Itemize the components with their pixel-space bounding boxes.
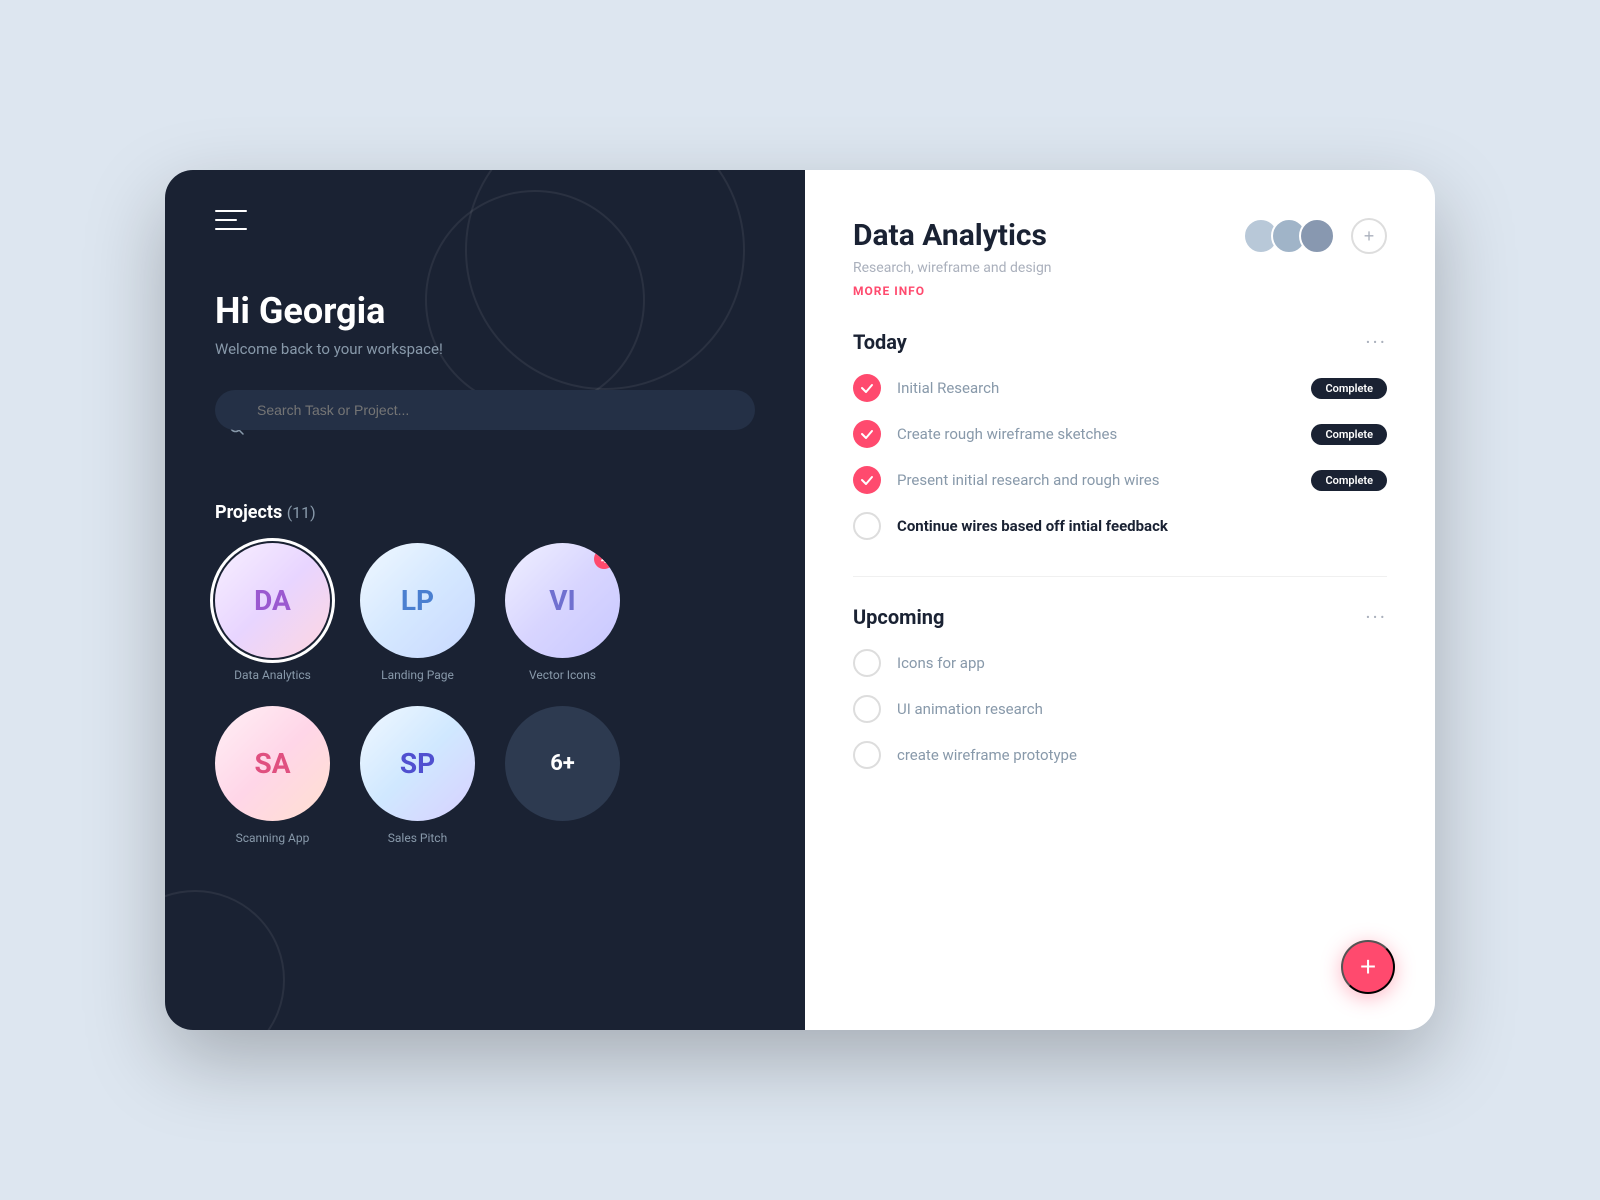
projects-grid: DA Data Analytics LP Landing Page VI4 Vector … bbox=[215, 543, 755, 845]
today-menu-dots[interactable]: ··· bbox=[1365, 330, 1387, 354]
table-row[interactable]: UI animation research bbox=[853, 695, 1387, 723]
task-check-done[interactable] bbox=[853, 420, 881, 448]
task-check-pending[interactable] bbox=[853, 649, 881, 677]
project-circle-vi: VI4 bbox=[505, 543, 620, 658]
projects-count: (11) bbox=[287, 503, 316, 522]
search-wrap bbox=[215, 390, 755, 466]
project-label-vi: Vector Icons bbox=[529, 668, 596, 682]
task-check-pending[interactable] bbox=[853, 512, 881, 540]
section-divider bbox=[853, 576, 1387, 577]
today-section-header: Today ··· bbox=[853, 330, 1387, 354]
project-item-lp[interactable]: LP Landing Page bbox=[360, 543, 475, 682]
projects-header: Projects (11) bbox=[215, 502, 755, 523]
projects-label: Projects (11) bbox=[215, 502, 316, 523]
project-badge-vi: 4 bbox=[594, 549, 614, 569]
project-label-sp: Sales Pitch bbox=[388, 831, 447, 845]
task-status-badge: Complete bbox=[1311, 424, 1387, 445]
task-check-pending[interactable] bbox=[853, 741, 881, 769]
project-circle-lp: LP bbox=[360, 543, 475, 658]
project-circle-sa: SA bbox=[215, 706, 330, 821]
right-panel: Data Analytics + Research, wireframe and… bbox=[805, 170, 1435, 1030]
task-check-done[interactable] bbox=[853, 466, 881, 494]
task-label: UI animation research bbox=[897, 700, 1387, 718]
table-row[interactable]: Present initial research and rough wires… bbox=[853, 466, 1387, 494]
project-item-da[interactable]: DA Data Analytics bbox=[215, 543, 330, 682]
today-task-list: Initial Research Complete Create rough wi… bbox=[853, 374, 1387, 540]
project-circle-da: DA bbox=[215, 543, 330, 658]
task-label: Present initial research and rough wires bbox=[897, 471, 1295, 489]
task-label: Create rough wireframe sketches bbox=[897, 425, 1295, 443]
add-member-button[interactable]: + bbox=[1351, 218, 1387, 254]
project-name: Data Analytics bbox=[853, 218, 1047, 253]
add-task-fab[interactable]: + bbox=[1341, 940, 1395, 994]
project-label-lp: Landing Page bbox=[381, 668, 454, 682]
deco-circle-2 bbox=[425, 190, 645, 410]
task-status-badge: Complete bbox=[1311, 378, 1387, 399]
project-item-more[interactable]: 6+ bbox=[505, 706, 620, 845]
task-label: Continue wires based off intial feedback bbox=[897, 517, 1387, 535]
project-item-sp[interactable]: SP Sales Pitch bbox=[360, 706, 475, 845]
upcoming-section-header: Upcoming ··· bbox=[853, 605, 1387, 629]
project-label-sa: Scanning App bbox=[236, 831, 310, 845]
search-input[interactable] bbox=[215, 390, 755, 430]
project-header: Data Analytics + bbox=[853, 218, 1387, 254]
header-actions: + bbox=[1243, 218, 1387, 254]
project-desc: Research, wireframe and design bbox=[853, 260, 1387, 276]
task-label: create wireframe prototype bbox=[897, 746, 1387, 764]
upcoming-task-list: Icons for app UI animation research create… bbox=[853, 649, 1387, 769]
project-info: Data Analytics bbox=[853, 218, 1047, 253]
project-item-sa[interactable]: SA Scanning App bbox=[215, 706, 330, 845]
project-label-da: Data Analytics bbox=[234, 668, 311, 682]
upcoming-title: Upcoming bbox=[853, 605, 944, 629]
left-panel: Hi Georgia Welcome back to your workspac… bbox=[165, 170, 805, 1030]
upcoming-menu-dots[interactable]: ··· bbox=[1365, 605, 1387, 629]
table-row[interactable]: Create rough wireframe sketches Complete bbox=[853, 420, 1387, 448]
table-row[interactable]: Initial Research Complete bbox=[853, 374, 1387, 402]
device-container: Hi Georgia Welcome back to your workspac… bbox=[165, 170, 1435, 1030]
task-label: Icons for app bbox=[897, 654, 1387, 672]
avatar-stack bbox=[1243, 218, 1335, 254]
table-row[interactable]: Icons for app bbox=[853, 649, 1387, 677]
project-item-vi[interactable]: VI4 Vector Icons bbox=[505, 543, 620, 682]
menu-icon[interactable] bbox=[215, 210, 247, 230]
task-check-pending[interactable] bbox=[853, 695, 881, 723]
avatar-3 bbox=[1299, 218, 1335, 254]
table-row[interactable]: create wireframe prototype bbox=[853, 741, 1387, 769]
project-circle-more: 6+ bbox=[505, 706, 620, 821]
project-circle-sp: SP bbox=[360, 706, 475, 821]
task-check-done[interactable] bbox=[853, 374, 881, 402]
task-label: Initial Research bbox=[897, 379, 1295, 397]
more-info-link[interactable]: MORE INFO bbox=[853, 284, 1387, 298]
today-title: Today bbox=[853, 330, 907, 354]
table-row[interactable]: Continue wires based off intial feedback bbox=[853, 512, 1387, 540]
task-status-badge: Complete bbox=[1311, 470, 1387, 491]
deco-circle-3 bbox=[165, 890, 285, 1030]
